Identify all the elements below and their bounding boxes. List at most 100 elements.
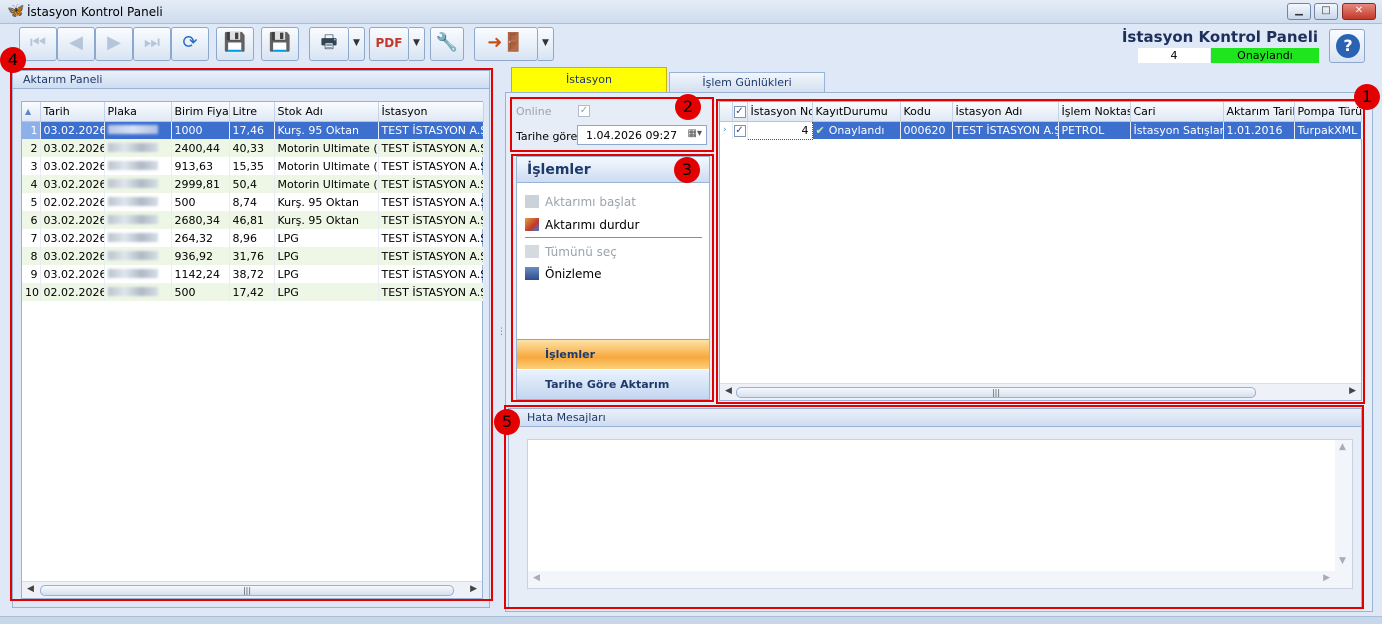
pump-type-cell[interactable]: TurpakXML — [1294, 121, 1362, 139]
date-cell[interactable]: 03.02.2026 — [40, 121, 105, 139]
station-cell[interactable]: TEST İSTASYON A.Ş. — [378, 175, 484, 193]
column-header[interactable]: KayıtDurumu — [812, 102, 901, 122]
stop-transfer-item[interactable]: Aktarımı durdur — [525, 218, 639, 232]
refresh-icon[interactable]: ⟳ — [171, 27, 209, 61]
liter-cell[interactable]: 8,74 — [229, 193, 275, 211]
row-number-cell[interactable]: 4 — [22, 175, 41, 193]
scroll-up-icon[interactable]: ▲ — [1339, 442, 1346, 452]
account-cell[interactable]: İstasyon Satışları — [1130, 121, 1224, 139]
table-row[interactable]: 2 03.02.2026 2400,44 40,33 Motorin Ultimate … — [22, 139, 484, 157]
previous-record-icon[interactable]: ◀ — [57, 27, 95, 61]
station-no-cell[interactable]: 4 — [746, 120, 813, 140]
unit-price-cell[interactable]: 2999,81 — [171, 175, 230, 193]
transfer-date-cell[interactable]: 1.01.2016 — [1223, 121, 1295, 139]
unit-price-cell[interactable]: 500 — [171, 193, 230, 211]
select-all-checkbox[interactable]: ✓ — [733, 106, 746, 119]
nav-group-date-transfer[interactable]: Tarihe Göre Aktarım — [517, 370, 709, 399]
table-row[interactable]: 10 02.02.2026 500 17,42 LPG TEST İSTASYON A.Ş… — [22, 283, 484, 301]
column-header[interactable]: İstasyon Adı — [952, 102, 1059, 122]
print-icon[interactable]: 🖶 — [309, 27, 349, 61]
table-row[interactable]: › ✓ 4 ✔ Onaylandı 000620 TEST İSTASYON A.… — [720, 120, 1362, 140]
unit-price-cell[interactable]: 1000 — [171, 121, 230, 139]
liter-cell[interactable]: 8,96 — [229, 229, 275, 247]
export-dropdown-icon[interactable]: ▼ — [409, 27, 425, 61]
plate-cell[interactable] — [104, 139, 172, 157]
date-cell[interactable]: 02.02.2026 — [40, 283, 105, 301]
plate-cell[interactable] — [104, 175, 172, 193]
column-header[interactable]: Kodu — [900, 102, 953, 122]
point-cell[interactable]: PETROL — [1058, 121, 1131, 139]
table-row[interactable]: 3 03.02.2026 913,63 15,35 Motorin Ultimate (… — [22, 157, 484, 175]
date-cell[interactable]: 03.02.2026 — [40, 229, 105, 247]
date-cell[interactable]: 03.02.2026 — [40, 211, 105, 229]
row-number-cell[interactable]: 6 — [22, 211, 41, 229]
column-header[interactable]: İstasyon No — [747, 102, 813, 122]
station-cell[interactable]: TEST İSTASYON A.Ş. — [378, 139, 484, 157]
stock-name-cell[interactable]: LPG — [274, 283, 379, 301]
scrollbar-thumb[interactable]: ||| — [40, 585, 454, 596]
plate-cell[interactable] — [104, 247, 172, 265]
row-number-cell[interactable]: 8 — [22, 247, 41, 265]
online-checkbox[interactable]: ✓ — [578, 105, 590, 117]
table-row[interactable]: 1 03.02.2026 1000 17,46 Kurş. 95 Oktan TEST İ… — [22, 121, 484, 139]
column-header[interactable]: Birim Fiyat — [171, 102, 230, 122]
maximize-button[interactable]: □ — [1314, 3, 1338, 20]
unit-price-cell[interactable]: 2400,44 — [171, 139, 230, 157]
scroll-left-icon[interactable]: ◀ — [725, 386, 732, 396]
liter-cell[interactable]: 40,33 — [229, 139, 275, 157]
unit-price-cell[interactable]: 2680,34 — [171, 211, 230, 229]
column-header[interactable]: Tarih — [40, 102, 105, 122]
save-close-icon[interactable]: 💾 — [261, 27, 299, 61]
row-number-cell[interactable]: 9 — [22, 265, 41, 283]
scroll-right-icon[interactable]: ▶ — [1323, 573, 1330, 583]
date-cell[interactable]: 03.02.2026 — [40, 139, 105, 157]
select-all-item[interactable]: Tümünü seç — [525, 245, 617, 259]
station-cell[interactable]: TEST İSTASYON A.Ş. — [378, 121, 484, 139]
nav-group-islemler[interactable]: İşlemler — [517, 339, 709, 369]
exit-dropdown-icon[interactable]: ▼ — [538, 27, 554, 61]
liter-cell[interactable]: 38,72 — [229, 265, 275, 283]
scroll-right-icon[interactable]: ▶ — [1349, 386, 1356, 396]
row-number-cell[interactable]: 10 — [22, 283, 41, 301]
table-row[interactable]: 5 02.02.2026 500 8,74 Kurş. 95 Oktan TEST İST… — [22, 193, 484, 211]
stock-name-cell[interactable]: Motorin Ultimate (Di — [274, 175, 379, 193]
column-header[interactable]: Cari — [1130, 102, 1224, 122]
tab-islem-gunlukleri[interactable]: İşlem Günlükleri — [669, 72, 825, 92]
select-all-checkbox-cell[interactable]: ✓ — [732, 102, 748, 122]
liter-cell[interactable]: 15,35 — [229, 157, 275, 175]
exit-door-icon[interactable]: ➜🚪 — [474, 27, 538, 61]
stock-name-cell[interactable]: Motorin Ultimate (Di — [274, 139, 379, 157]
column-header[interactable]: İşlem Noktası — [1058, 102, 1131, 122]
help-button[interactable]: ? — [1329, 29, 1365, 63]
stock-name-cell[interactable]: Kurş. 95 Oktan — [274, 211, 379, 229]
scrollbar-thumb[interactable]: ||| — [736, 387, 1256, 398]
unit-price-cell[interactable]: 500 — [171, 283, 230, 301]
last-record-icon[interactable]: ⏭ — [133, 27, 171, 61]
column-header[interactable]: Pompa Türü — [1294, 102, 1362, 122]
liter-cell[interactable]: 50,4 — [229, 175, 275, 193]
station-cell[interactable]: TEST İSTASYON A.Ş. — [378, 265, 484, 283]
station-cell[interactable]: TEST İSTASYON A.Ş. — [378, 283, 484, 301]
liter-cell[interactable]: 31,76 — [229, 247, 275, 265]
station-cell[interactable]: TEST İSTASYON A.Ş. — [378, 157, 484, 175]
stock-name-cell[interactable]: LPG — [274, 229, 379, 247]
save-icon[interactable]: 💾 — [216, 27, 254, 61]
column-header[interactable]: Stok Adı — [274, 102, 379, 122]
stock-name-cell[interactable]: Kurş. 95 Oktan — [274, 193, 379, 211]
plate-cell[interactable] — [104, 211, 172, 229]
unit-price-cell[interactable]: 264,32 — [171, 229, 230, 247]
date-cell[interactable]: 03.02.2026 — [40, 157, 105, 175]
plate-cell[interactable] — [104, 157, 172, 175]
row-number-cell[interactable]: 2 — [22, 139, 41, 157]
pdf-export-icon[interactable]: PDF — [369, 27, 409, 61]
row-number-cell[interactable]: 5 — [22, 193, 41, 211]
column-header[interactable]: İstasyon — [378, 102, 484, 122]
scroll-left-icon[interactable]: ◀ — [27, 584, 34, 594]
table-row[interactable]: 8 03.02.2026 936,92 31,76 LPG TEST İSTASYON A… — [22, 247, 484, 265]
liter-cell[interactable]: 17,46 — [229, 121, 275, 139]
plate-cell[interactable] — [104, 283, 172, 301]
stock-name-cell[interactable]: LPG — [274, 265, 379, 283]
date-cell[interactable]: 02.02.2026 — [40, 193, 105, 211]
stock-name-cell[interactable]: LPG — [274, 247, 379, 265]
error-messages-text[interactable]: ▲ ▼ ◀ ▶ — [527, 439, 1353, 589]
